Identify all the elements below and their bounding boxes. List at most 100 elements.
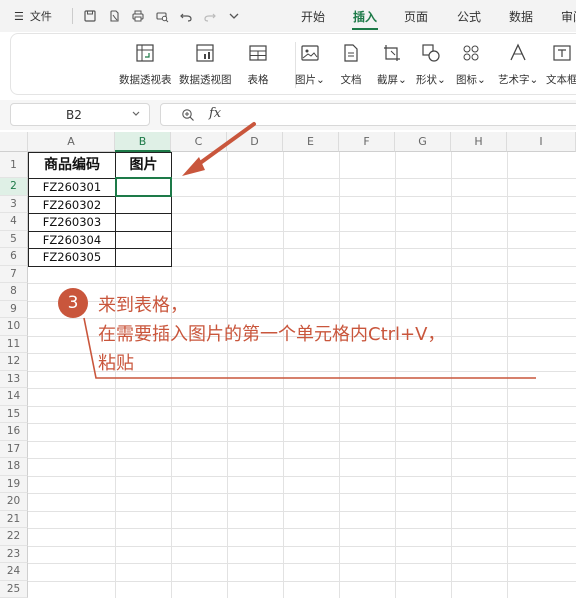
- tab-formulas[interactable]: 公式: [457, 8, 481, 25]
- select-all-corner[interactable]: [0, 132, 28, 152]
- picture-button[interactable]: 图片⌄: [295, 42, 325, 87]
- tab-insert[interactable]: 插入: [353, 8, 377, 25]
- pivot-chart-button[interactable]: 数据透视图: [179, 42, 232, 87]
- table-cell-code[interactable]: FZ260302: [28, 195, 116, 214]
- tab-review[interactable]: 审阅: [561, 8, 576, 25]
- row-header-10[interactable]: 10: [0, 318, 28, 336]
- row-header-23[interactable]: 23: [0, 545, 28, 563]
- row-header-13[interactable]: 13: [0, 370, 28, 388]
- print-preview-icon[interactable]: [155, 9, 169, 23]
- column-header-f[interactable]: F: [339, 132, 395, 152]
- annotation-line-2: 在需要插入图片的第一个单元格内Ctrl+V，: [98, 324, 446, 345]
- table-header-picture[interactable]: 图片: [115, 152, 172, 179]
- chevron-down-icon[interactable]: [131, 109, 141, 119]
- wordart-label: 艺术字⌄: [498, 74, 539, 86]
- redo-icon[interactable]: [203, 9, 217, 23]
- row-header-19[interactable]: 19: [0, 475, 28, 493]
- screenshot-icon: [383, 45, 400, 61]
- row-header-15[interactable]: 15: [0, 405, 28, 423]
- active-tab-indicator: [352, 28, 378, 30]
- row-header-22[interactable]: 22: [0, 528, 28, 546]
- document-button[interactable]: 文档: [340, 42, 362, 87]
- row-header-17[interactable]: 17: [0, 440, 28, 458]
- grid-line: [28, 388, 576, 389]
- row-header-4[interactable]: 4: [0, 213, 28, 231]
- undo-icon[interactable]: [179, 9, 193, 23]
- grid-line: [507, 152, 508, 598]
- row-header-3[interactable]: 3: [0, 195, 28, 213]
- row-header-24[interactable]: 24: [0, 563, 28, 581]
- row-header-16[interactable]: 16: [0, 423, 28, 441]
- row-header-11[interactable]: 11: [0, 335, 28, 353]
- table-cell-picture[interactable]: [115, 195, 172, 214]
- icons-button[interactable]: 图标⌄: [456, 42, 486, 87]
- hamburger-icon[interactable]: ☰: [14, 10, 24, 23]
- row-header-8[interactable]: 8: [0, 283, 28, 301]
- row-header-1[interactable]: 1: [0, 152, 28, 178]
- function-icon[interactable]: fx: [209, 106, 221, 121]
- export-pdf-icon[interactable]: [107, 9, 121, 23]
- table-button[interactable]: 表格: [247, 42, 269, 87]
- ribbon-panel: 数据透视表 数据透视图 表格 图片⌄ 文档 截屏⌄ 形状⌄ 图标⌄ 艺术字⌄ 文…: [10, 33, 576, 95]
- row-header-18[interactable]: 18: [0, 458, 28, 476]
- quick-access-toolbar: [72, 8, 241, 24]
- row-header-21[interactable]: 21: [0, 510, 28, 528]
- column-header-d[interactable]: D: [227, 132, 283, 152]
- row-header-9[interactable]: 9: [0, 300, 28, 318]
- icons-icon: [463, 45, 479, 61]
- column-header-c[interactable]: C: [171, 132, 227, 152]
- table-label: 表格: [247, 74, 269, 86]
- table-cell-code[interactable]: FZ260301: [28, 178, 116, 197]
- pivot-table-button[interactable]: 数据透视表: [119, 42, 172, 87]
- table-cell-picture[interactable]: [115, 213, 172, 232]
- name-box[interactable]: B2: [10, 103, 150, 126]
- column-header-b[interactable]: B: [115, 132, 171, 152]
- table-cell-code[interactable]: FZ260304: [28, 230, 116, 249]
- wordart-button[interactable]: 艺术字⌄: [498, 42, 538, 87]
- row-header-6[interactable]: 6: [0, 248, 28, 266]
- step-number-badge: 3: [58, 288, 88, 318]
- grid-line: [28, 440, 576, 442]
- selected-cell-b2[interactable]: [115, 177, 172, 197]
- table-cell-picture[interactable]: [115, 230, 172, 249]
- shape-button[interactable]: 形状⌄: [416, 42, 446, 87]
- grid-line: [227, 152, 228, 598]
- row-header-25[interactable]: 25: [0, 580, 28, 598]
- column-header-h[interactable]: H: [451, 132, 507, 152]
- file-menu-label[interactable]: 文件: [30, 8, 52, 24]
- tab-home[interactable]: 开始: [301, 8, 325, 25]
- formula-input[interactable]: fx: [160, 103, 576, 126]
- column-header-g[interactable]: G: [395, 132, 451, 152]
- print-icon[interactable]: [131, 9, 145, 23]
- wordart-icon: [510, 43, 526, 61]
- grid-line: [28, 475, 576, 477]
- zoom-icon[interactable]: [181, 108, 195, 122]
- tab-data[interactable]: 数据: [509, 8, 533, 25]
- column-header-a[interactable]: A: [28, 132, 115, 152]
- chevron-down-icon[interactable]: [227, 9, 241, 23]
- table-header-code[interactable]: 商品编码: [28, 152, 116, 179]
- row-header-14[interactable]: 14: [0, 388, 28, 406]
- grid-line: [451, 152, 452, 598]
- grid-line: [28, 283, 576, 284]
- row-header-7[interactable]: 7: [0, 265, 28, 283]
- screenshot-button[interactable]: 截屏⌄: [377, 42, 407, 87]
- grid-line: [28, 458, 576, 459]
- table-cell-code[interactable]: FZ260305: [28, 248, 116, 267]
- table-cell-code[interactable]: FZ260303: [28, 213, 116, 232]
- table-cell-picture[interactable]: [115, 248, 172, 267]
- save-icon[interactable]: [83, 9, 97, 23]
- annotation-line-1: 来到表格，: [98, 295, 188, 316]
- picture-label: 图片⌄: [295, 74, 325, 86]
- textbox-button[interactable]: 文本框: [546, 42, 576, 87]
- grid-line: [28, 528, 576, 529]
- column-header-i[interactable]: I: [507, 132, 576, 152]
- shape-icon: [422, 44, 440, 62]
- row-header-12[interactable]: 12: [0, 353, 28, 371]
- row-header-2[interactable]: 2: [0, 178, 28, 196]
- row-header-20[interactable]: 20: [0, 493, 28, 511]
- row-header-5[interactable]: 5: [0, 230, 28, 248]
- file-menu[interactable]: ☰ 文件: [14, 8, 52, 24]
- tab-page[interactable]: 页面: [404, 8, 428, 25]
- column-header-e[interactable]: E: [283, 132, 339, 152]
